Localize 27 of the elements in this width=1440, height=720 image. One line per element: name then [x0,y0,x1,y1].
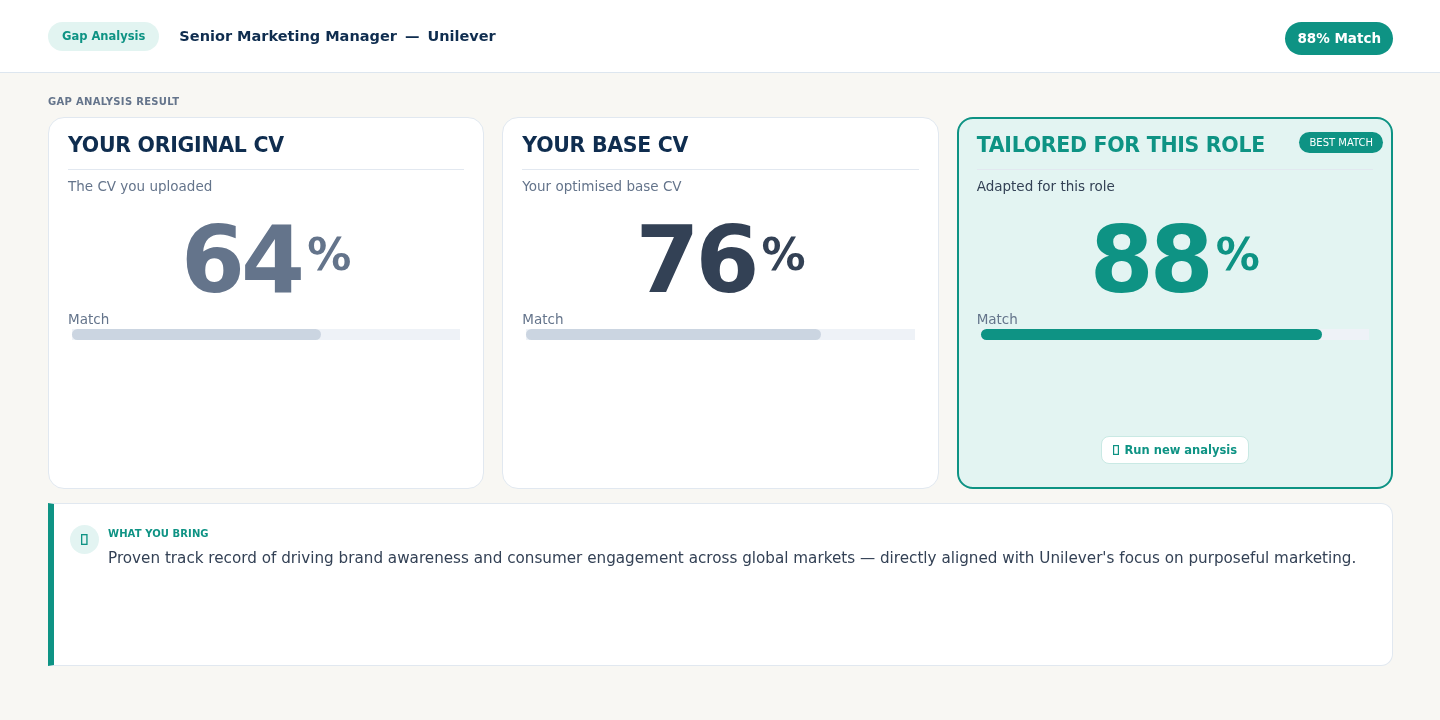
card-subtitle: Your optimised base CV [522,177,683,195]
page-tag: Gap Analysis [48,21,160,51]
meter-label: Match [522,310,565,328]
insight-text: Proven track record of driving brand awareness and consumer engagement across global markets — directly aligned with Unilever's focus on purposeful marketing. [108,548,1357,569]
card-title: YOUR BASE CV [522,132,689,159]
run-analysis-button[interactable]: Run new analysis [1100,436,1250,464]
company-name: Unilever [427,28,496,44]
card-title: TAILORED FOR THIS ROLE [976,132,1265,159]
match-badge: 88% Match [1285,21,1393,55]
meter-label: Match [68,310,111,328]
insight-heading: WHAT YOU BRING [108,527,210,541]
card-subtitle: The CV you uploaded [68,177,214,195]
best-match-badge: BEST MATCH [1299,132,1383,153]
score-value: 64 [181,215,302,307]
score-value: 76 [635,215,756,307]
section-label: GAP ANALYSIS RESULT [48,95,181,109]
title-separator: — [404,28,420,44]
meter-label: Match [976,310,1019,328]
square-outline-icon [1112,445,1119,455]
score-unit: % [761,233,806,277]
card-subtitle: Adapted for this role [976,177,1116,195]
score-value: 88 [1089,215,1210,307]
square-outline-icon [70,525,99,554]
card-title: YOUR ORIGINAL CV [68,132,284,159]
role-title: Senior Marketing Manager [179,28,397,44]
score-unit: % [307,233,352,277]
score-unit: % [1215,233,1260,277]
